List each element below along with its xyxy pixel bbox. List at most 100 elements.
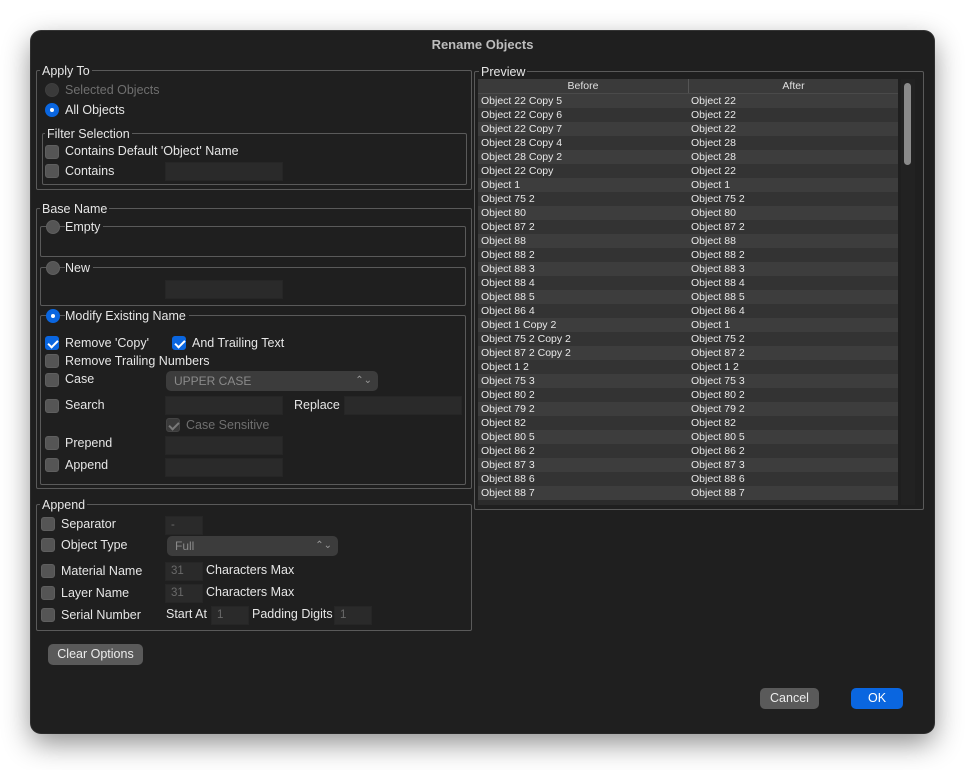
after-cell: Object 22 [691,109,736,121]
prepend-checkbox[interactable] [45,436,59,450]
remove-copy-label[interactable]: Remove 'Copy' [65,335,149,351]
case-checkbox[interactable] [45,373,59,387]
clear-options-button[interactable]: Clear Options [48,644,143,665]
table-row[interactable]: Object 88 6 Object 88 6 [478,472,898,486]
table-row[interactable]: Object 82 Object 82 [478,416,898,430]
modify-existing-label[interactable]: Modify Existing Name [65,308,189,324]
remove-copy-checkbox[interactable] [45,336,59,350]
table-row[interactable]: Object 86 4 Object 86 4 [478,304,898,318]
material-max-input[interactable]: 31 [165,562,203,581]
contains-default-checkbox[interactable] [45,145,59,159]
table-row[interactable]: Object 22 Copy 5 Object 22 [478,94,898,108]
contains-label[interactable]: Contains [65,163,114,179]
separator-input[interactable]: - [165,516,203,535]
object-type-label[interactable]: Object Type [61,537,127,553]
table-row[interactable]: Object 75 2 Object 75 2 [478,192,898,206]
object-type-checkbox[interactable] [41,538,55,552]
material-name-label[interactable]: Material Name [61,563,142,579]
and-trailing-text-checkbox[interactable] [172,336,186,350]
remove-trailing-numbers-checkbox[interactable] [45,354,59,368]
column-after[interactable]: After [689,79,898,93]
table-row[interactable]: Object 1 2 Object 1 2 [478,360,898,374]
after-cell: Object 1 [691,179,731,191]
table-row[interactable]: Object 88 5 Object 88 5 [478,290,898,304]
table-row[interactable]: Object 1 Object 1 [478,178,898,192]
new-radio[interactable] [46,261,60,275]
after-cell: Object 86 4 [691,305,745,317]
table-row[interactable]: Object 22 Copy 6 Object 22 [478,108,898,122]
padding-digits-label: Padding Digits [252,607,333,621]
table-row[interactable]: Object 28 Copy 2 Object 28 [478,150,898,164]
preview-scroll-thumb[interactable] [904,83,911,165]
search-label[interactable]: Search [65,397,105,413]
material-name-checkbox[interactable] [41,564,55,578]
table-row[interactable]: Object 88 2 Object 88 2 [478,248,898,262]
table-row[interactable]: Object 88 7 Object 88 7 [478,486,898,500]
modify-existing-radio[interactable] [46,309,60,323]
table-row[interactable]: Object 28 Copy 4 Object 28 [478,136,898,150]
layer-name-label[interactable]: Layer Name [61,585,129,601]
after-cell: Object 80 [691,207,736,219]
table-row[interactable]: Object 79 2 Object 79 2 [478,402,898,416]
serial-number-label[interactable]: Serial Number [61,607,141,623]
empty-label[interactable]: Empty [65,219,104,235]
table-row[interactable]: Object 22 Copy Object 22 [478,164,898,178]
start-at-input[interactable]: 1 [211,606,249,625]
contains-input[interactable] [165,162,283,181]
table-row[interactable]: Object 80 Object 80 [478,206,898,220]
table-row[interactable]: Object 80 2 Object 80 2 [478,388,898,402]
case-label[interactable]: Case [65,371,94,387]
table-row[interactable]: Object 75 3 Object 75 3 [478,374,898,388]
after-cell: Object 87 2 [691,221,745,233]
table-row[interactable]: Object 1 Copy 2 Object 1 [478,318,898,332]
table-row[interactable]: Object 80 5 Object 80 5 [478,430,898,444]
after-cell: Object 87 2 [691,347,745,359]
padding-digits-input[interactable]: 1 [334,606,372,625]
empty-radio[interactable] [46,220,60,234]
case-select[interactable]: UPPER CASE ⌃⌄ [166,371,378,391]
prepend-label[interactable]: Prepend [65,435,112,451]
all-objects-radio[interactable] [45,103,59,117]
after-cell: Object 88 5 [691,291,745,303]
before-cell: Object 88 5 [481,291,535,303]
table-row[interactable]: Object 75 2 Copy 2 Object 75 2 [478,332,898,346]
before-cell: Object 28 Copy 4 [481,137,563,149]
before-cell: Object 88 2 [481,249,535,261]
cancel-button[interactable]: Cancel [760,688,819,709]
replace-input[interactable] [344,396,462,415]
new-name-input[interactable] [165,280,283,299]
separator-label[interactable]: Separator [61,516,116,532]
table-row[interactable]: Object 88 Object 88 [478,234,898,248]
table-row[interactable]: Object 87 2 Copy 2 Object 87 2 [478,346,898,360]
serial-number-checkbox[interactable] [41,608,55,622]
contains-default-label[interactable]: Contains Default 'Object' Name [65,143,239,159]
before-cell: Object 80 5 [481,431,535,443]
before-cell: Object 75 2 [481,193,535,205]
prepend-input[interactable] [165,436,283,455]
new-label[interactable]: New [65,260,94,276]
table-row[interactable]: Object 86 2 Object 86 2 [478,444,898,458]
remove-trailing-numbers-label[interactable]: Remove Trailing Numbers [65,353,210,369]
layer-name-checkbox[interactable] [41,586,55,600]
table-row[interactable]: Object 87 2 Object 87 2 [478,220,898,234]
preview-table[interactable]: Before After Object 22 Copy 5 Object 22 Ob… [478,79,898,505]
search-checkbox[interactable] [45,399,59,413]
all-objects-label[interactable]: All Objects [65,102,125,118]
table-row[interactable]: Object 22 Copy 7 Object 22 [478,122,898,136]
contains-checkbox[interactable] [45,164,59,178]
ok-button[interactable]: OK [851,688,903,709]
append-text-checkbox[interactable] [45,458,59,472]
table-row[interactable]: Object 88 3 Object 88 3 [478,262,898,276]
table-row[interactable]: Object 87 3 Object 87 3 [478,458,898,472]
column-before[interactable]: Before [478,79,689,93]
before-cell: Object 87 2 [481,221,535,233]
before-cell: Object 1 2 [481,361,529,373]
layer-max-input[interactable]: 31 [165,584,203,603]
and-trailing-text-label[interactable]: And Trailing Text [192,335,284,351]
search-input[interactable] [165,396,283,415]
append-text-input[interactable] [165,458,283,477]
separator-checkbox[interactable] [41,517,55,531]
append-text-label[interactable]: Append [65,457,108,473]
object-type-select[interactable]: Full ⌃⌄ [167,536,338,556]
table-row[interactable]: Object 88 4 Object 88 4 [478,276,898,290]
